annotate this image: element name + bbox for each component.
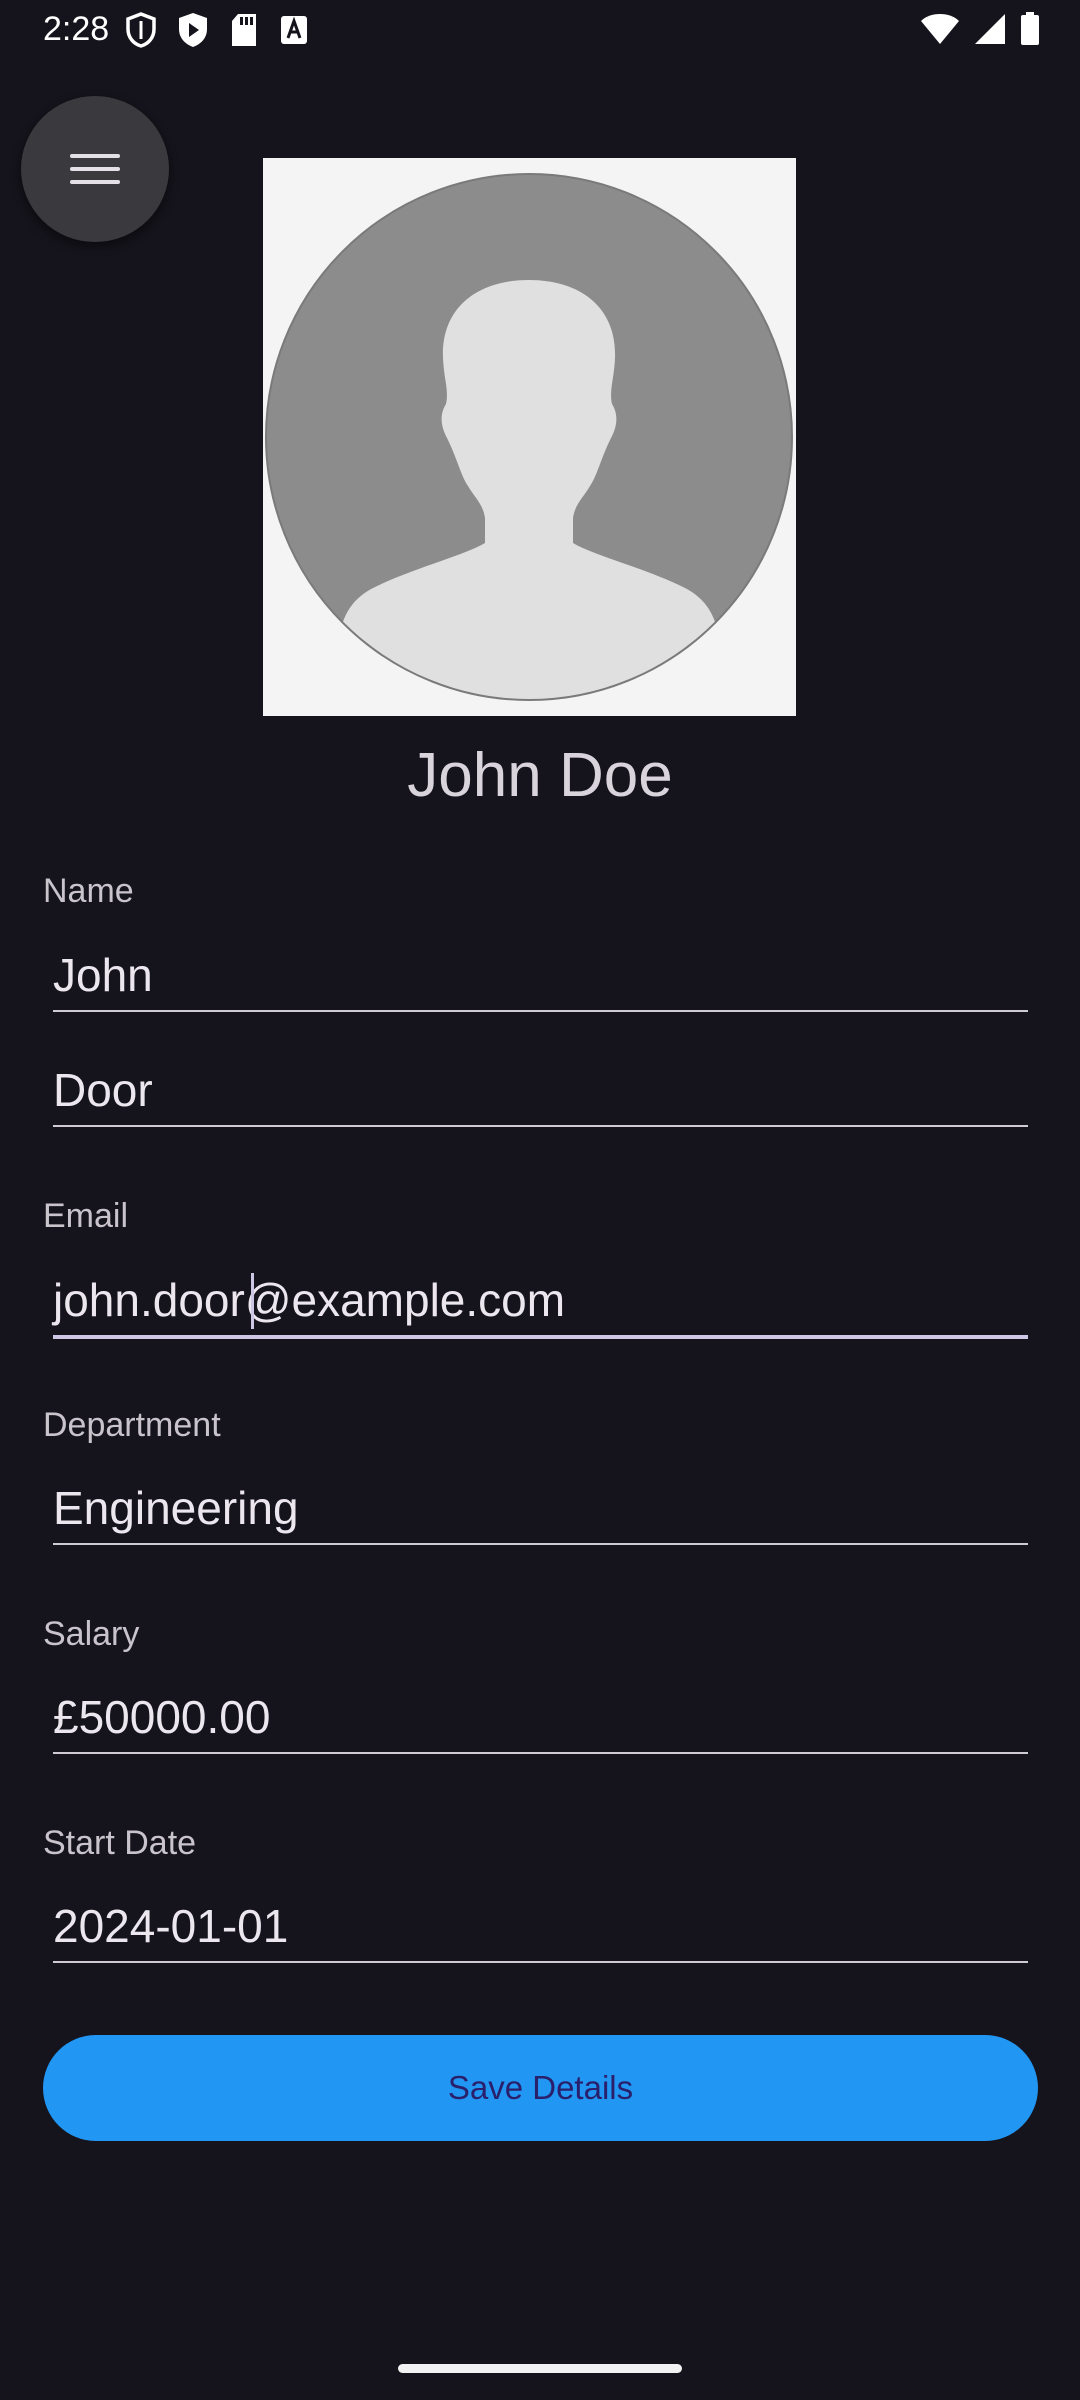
department-field[interactable]: Engineering (53, 1463, 1028, 1545)
first-name-field[interactable]: John (53, 930, 1028, 1012)
salary-label: Salary (43, 1615, 140, 1653)
profile-name: John Doe (407, 741, 673, 810)
department-label: Department (43, 1406, 221, 1444)
signal-icon (975, 14, 1005, 44)
hamburger-menu-icon (70, 154, 120, 184)
home-indicator[interactable] (398, 2364, 682, 2373)
menu-button[interactable] (21, 96, 169, 242)
shield-icon (126, 12, 156, 48)
status-icons-left (126, 12, 308, 48)
default-avatar-icon (265, 173, 793, 701)
first-name-value: John (53, 949, 153, 1001)
last-name-value: Door (53, 1064, 153, 1116)
salary-field[interactable]: £50000.00 (53, 1672, 1028, 1754)
status-bar: 2:28 (0, 0, 1080, 62)
start-date-value: 2024-01-01 (53, 1900, 289, 1952)
profile-avatar[interactable] (263, 158, 796, 716)
start-date-field[interactable]: 2024-01-01 (53, 1881, 1028, 1963)
status-time: 2:28 (43, 10, 110, 48)
salary-value: £50000.00 (53, 1691, 271, 1743)
text-cursor (251, 1273, 254, 1329)
last-name-field[interactable]: Door (53, 1045, 1028, 1127)
save-details-button[interactable]: Save Details (43, 2035, 1038, 2141)
start-date-label: Start Date (43, 1824, 197, 1862)
text-a-icon (281, 16, 307, 44)
play-protect-icon (179, 13, 207, 47)
status-icons-right (920, 12, 1040, 46)
email-value: john.door@example.com (53, 1274, 566, 1326)
wifi-icon (921, 14, 959, 44)
screen: 2:28 John Doe Name John Door Email john.… (0, 0, 1080, 2400)
email-label: Email (43, 1197, 129, 1235)
sd-card-icon (232, 14, 256, 46)
department-value: Engineering (53, 1482, 299, 1534)
save-details-label: Save Details (447, 2069, 634, 2106)
name-label: Name (43, 872, 134, 910)
email-field[interactable]: john.door@example.com (53, 1255, 1028, 1339)
battery-icon (1021, 12, 1039, 45)
